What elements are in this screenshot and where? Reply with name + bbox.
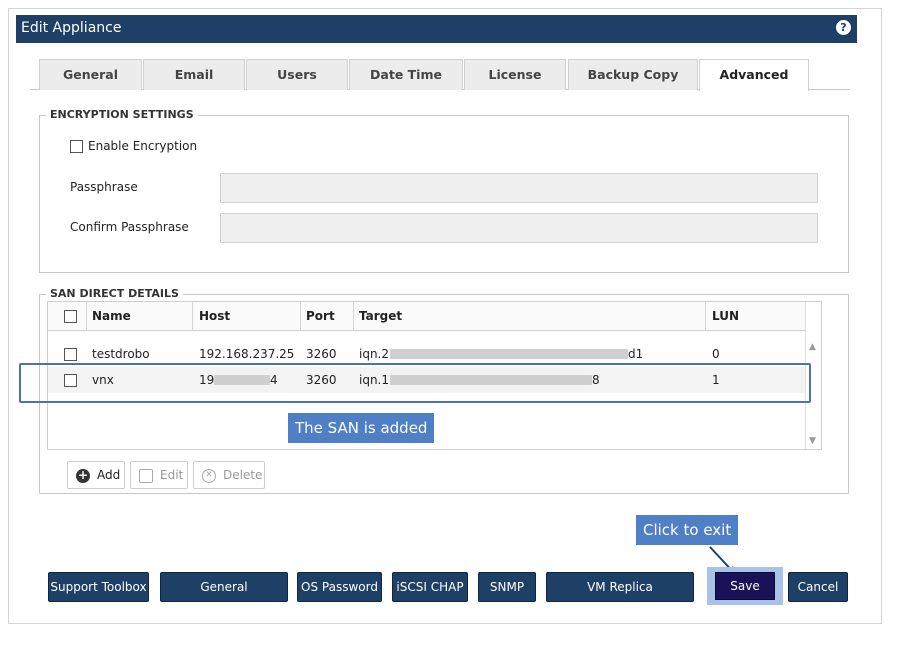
column-separator bbox=[192, 302, 193, 331]
tab-bar: General Email Users Date Time License Ba… bbox=[30, 59, 850, 91]
san-added-callout: The SAN is added bbox=[288, 413, 435, 443]
column-header-name[interactable]: Name bbox=[92, 309, 131, 323]
general-configuration-button[interactable]: General Configuration bbox=[160, 572, 288, 622]
scroll-down-icon[interactable]: ▼ bbox=[809, 436, 816, 446]
san-direct-details-legend: SAN DIRECT DETAILS bbox=[46, 287, 183, 300]
edit-button[interactable]: Edit bbox=[130, 461, 188, 489]
row-name: testdrobo bbox=[92, 347, 150, 361]
confirm-passphrase-input[interactable] bbox=[220, 213, 818, 243]
column-separator bbox=[300, 302, 301, 331]
save-button-highlight: Save bbox=[707, 567, 783, 605]
help-icon[interactable]: ? bbox=[836, 20, 851, 35]
column-header-target[interactable]: Target bbox=[359, 309, 402, 323]
encryption-settings-legend: ENCRYPTION SETTINGS bbox=[46, 108, 198, 121]
dialog-titlebar: Edit Appliance ? bbox=[16, 15, 857, 43]
edit-icon bbox=[139, 469, 153, 483]
row-target-tail: d1 bbox=[628, 347, 644, 361]
delete-icon: ✕ bbox=[202, 469, 216, 483]
column-separator bbox=[353, 302, 354, 331]
iscsi-chap-button[interactable]: iSCSI CHAP bbox=[392, 572, 468, 602]
passphrase-label: Passphrase bbox=[70, 180, 138, 194]
column-separator bbox=[86, 302, 87, 331]
cancel-button[interactable]: Cancel bbox=[788, 572, 848, 602]
column-header-port[interactable]: Port bbox=[306, 309, 335, 323]
row-host: 192.168.237.25 bbox=[199, 347, 295, 361]
add-button[interactable]: + Add bbox=[67, 461, 125, 489]
plus-icon: + bbox=[76, 468, 90, 483]
tab-users[interactable]: Users bbox=[246, 59, 348, 90]
enable-encryption-checkbox[interactable] bbox=[70, 140, 83, 153]
row-lun: 0 bbox=[712, 347, 720, 361]
san-row-highlight bbox=[19, 363, 811, 403]
column-header-host[interactable]: Host bbox=[199, 309, 230, 323]
tab-license[interactable]: License bbox=[464, 59, 566, 90]
tab-backup-copy[interactable]: Backup Copy bbox=[568, 59, 698, 90]
scroll-up-icon[interactable]: ▲ bbox=[809, 342, 816, 352]
os-password-button[interactable]: OS Password bbox=[297, 572, 382, 602]
tab-advanced[interactable]: Advanced bbox=[699, 59, 809, 91]
delete-button[interactable]: ✕ Delete bbox=[193, 461, 265, 489]
dialog-title: Edit Appliance bbox=[21, 20, 122, 36]
add-button-label: Add bbox=[97, 468, 121, 482]
redacted-target bbox=[390, 349, 628, 359]
column-header-lun[interactable]: LUN bbox=[712, 309, 739, 323]
tab-date-time[interactable]: Date Time bbox=[349, 59, 463, 90]
row-target: iqn.2 bbox=[359, 347, 390, 361]
tab-general[interactable]: General bbox=[39, 59, 142, 90]
row-checkbox[interactable] bbox=[64, 348, 77, 361]
select-all-checkbox[interactable] bbox=[64, 310, 77, 323]
vm-replica-configuration-button[interactable]: VM Replica Configuration bbox=[546, 572, 694, 622]
delete-button-label: Delete bbox=[223, 468, 263, 482]
row-port: 3260 bbox=[306, 347, 337, 361]
save-button[interactable]: Save bbox=[715, 572, 775, 600]
san-grid-header: Name Host Port Target LUN bbox=[48, 302, 806, 331]
snmp-button[interactable]: SNMP bbox=[478, 572, 536, 602]
tab-email[interactable]: Email bbox=[143, 59, 245, 90]
column-separator bbox=[705, 302, 706, 331]
support-toolbox-button[interactable]: Support Toolbox bbox=[48, 572, 149, 602]
passphrase-input[interactable] bbox=[220, 173, 818, 203]
enable-encryption-label: Enable Encryption bbox=[88, 139, 198, 153]
click-to-exit-callout: Click to exit bbox=[636, 515, 739, 545]
edit-button-label: Edit bbox=[160, 468, 184, 482]
confirm-passphrase-label: Confirm Passphrase bbox=[70, 220, 189, 234]
